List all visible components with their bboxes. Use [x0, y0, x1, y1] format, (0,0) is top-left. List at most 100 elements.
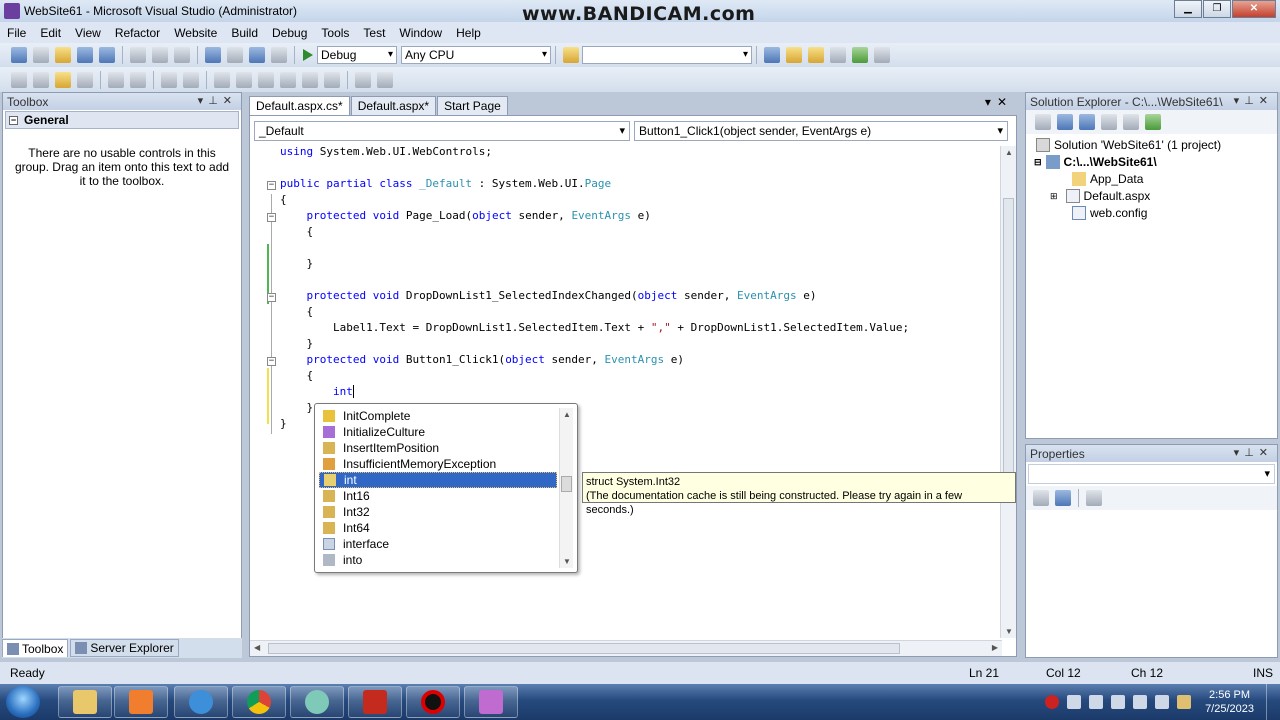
- new-project-icon[interactable]: [11, 47, 27, 63]
- copy-icon[interactable]: [152, 47, 168, 63]
- monitor-icon[interactable]: [1155, 695, 1170, 709]
- save-icon[interactable]: [77, 47, 93, 63]
- properties-icon[interactable]: [1035, 114, 1051, 130]
- completion-item[interactable]: into: [319, 552, 557, 568]
- parameter-info-icon[interactable]: [33, 71, 49, 88]
- close-button[interactable]: ✕: [1232, 0, 1276, 18]
- collapse-region-icon[interactable]: −: [267, 213, 276, 222]
- completion-item[interactable]: InsertItemPosition: [319, 440, 557, 456]
- quick-info-icon[interactable]: [55, 71, 71, 88]
- completion-item[interactable]: Int16: [319, 488, 557, 504]
- tab-default-aspx-cs[interactable]: Default.aspx.cs*: [249, 96, 350, 115]
- cut-icon[interactable]: [130, 47, 146, 63]
- uncomment-lines-icon[interactable]: [183, 71, 199, 88]
- menu-test[interactable]: Test: [356, 26, 392, 40]
- scroll-thumb[interactable]: [561, 476, 572, 492]
- action-center-icon[interactable]: [1089, 695, 1104, 709]
- tree-solution[interactable]: Solution 'WebSite61' (1 project): [1036, 137, 1221, 153]
- completion-item[interactable]: Int64: [319, 520, 557, 536]
- close-panel-icon[interactable]: ✕: [1259, 447, 1273, 459]
- tab-start-page[interactable]: Start Page: [437, 96, 508, 115]
- next-bookmark-folder-icon[interactable]: [302, 71, 318, 88]
- view-designer-icon[interactable]: [1123, 114, 1139, 130]
- object-selector-dropdown[interactable]: [1028, 464, 1275, 484]
- taskbar-explorer[interactable]: [58, 686, 112, 718]
- add-item-icon[interactable]: [33, 47, 49, 63]
- taskbar-chrome[interactable]: [232, 686, 286, 718]
- completion-item[interactable]: InitializeCulture: [319, 424, 557, 440]
- alphabetical-icon[interactable]: [1055, 490, 1071, 506]
- menu-help[interactable]: Help: [449, 26, 488, 40]
- open-file-icon[interactable]: [55, 47, 71, 63]
- auto-hide-pin-icon[interactable]: ⊥: [208, 95, 223, 107]
- copy-website-icon[interactable]: [1145, 114, 1161, 130]
- completion-item[interactable]: Int32: [319, 504, 557, 520]
- display-object-member-list-icon[interactable]: [11, 71, 27, 88]
- start-debugging-icon[interactable]: [303, 49, 313, 61]
- paste-icon[interactable]: [174, 47, 190, 63]
- navigate-backward-icon[interactable]: [249, 47, 265, 63]
- tab-toolbox[interactable]: Toolbox: [2, 639, 69, 657]
- properties-window-icon[interactable]: [786, 47, 802, 63]
- intellisense-scrollbar[interactable]: ▲ ▼: [559, 408, 573, 568]
- find-in-files-icon[interactable]: [563, 47, 579, 63]
- auto-hide-pin-icon[interactable]: ⊥: [1244, 95, 1259, 107]
- solution-explorer-icon[interactable]: [764, 47, 780, 63]
- menu-build[interactable]: Build: [224, 26, 265, 40]
- more-windows-icon[interactable]: [874, 47, 890, 63]
- collapse-region-icon[interactable]: −: [267, 357, 276, 366]
- volume-icon[interactable]: [1133, 695, 1148, 709]
- previous-bookmark-icon[interactable]: [236, 71, 252, 88]
- close-toolbox-icon[interactable]: ✕: [223, 95, 237, 107]
- completion-item[interactable]: InsufficientMemoryException: [319, 456, 557, 472]
- next-bookmark-icon[interactable]: [258, 71, 274, 88]
- collapse-icon[interactable]: ⊟: [1034, 157, 1042, 168]
- toolbox-icon[interactable]: [830, 47, 846, 63]
- tab-server-explorer[interactable]: Server Explorer: [70, 639, 179, 657]
- increase-indent-icon[interactable]: [130, 71, 146, 88]
- toolbar-options-icon[interactable]: [377, 71, 393, 88]
- tree-project[interactable]: ⊟ C:\...\WebSite61\: [1034, 154, 1157, 170]
- complete-word-icon[interactable]: [77, 71, 93, 88]
- maximize-button[interactable]: ❐: [1203, 0, 1231, 18]
- configuration-dropdown[interactable]: Debug: [317, 46, 397, 64]
- taskbar-visual-studio[interactable]: [464, 686, 518, 718]
- previous-bookmark-folder-icon[interactable]: [280, 71, 296, 88]
- categorized-icon[interactable]: [1033, 490, 1049, 506]
- scroll-thumb[interactable]: [268, 643, 900, 654]
- object-browser-icon[interactable]: [808, 47, 824, 63]
- start-page-icon[interactable]: [852, 47, 868, 63]
- menu-debug[interactable]: Debug: [265, 26, 314, 40]
- view-code-icon[interactable]: [1101, 114, 1117, 130]
- start-button[interactable]: [6, 686, 40, 718]
- menu-tools[interactable]: Tools: [314, 26, 356, 40]
- completion-item[interactable]: InitComplete: [319, 408, 557, 424]
- close-document-icon[interactable]: ✕: [997, 95, 1013, 109]
- tab-default-aspx[interactable]: Default.aspx*: [350, 96, 437, 115]
- active-files-icon[interactable]: ▾: [985, 95, 997, 109]
- taskbar-media-player[interactable]: [114, 686, 168, 718]
- property-pages-icon[interactable]: [1086, 490, 1102, 506]
- find-dropdown[interactable]: [582, 46, 752, 64]
- tree-item-web-config[interactable]: web.config: [1072, 205, 1147, 221]
- comment-lines-icon[interactable]: [161, 71, 177, 88]
- clear-bookmarks-icon[interactable]: [324, 71, 340, 88]
- completion-item-selected[interactable]: int: [319, 472, 557, 488]
- show-hidden-icons-icon[interactable]: [1067, 695, 1082, 709]
- menu-edit[interactable]: Edit: [33, 26, 68, 40]
- clock[interactable]: 2:56 PM 7/25/2023: [1205, 688, 1254, 716]
- scroll-thumb[interactable]: [1003, 198, 1014, 498]
- auto-hide-pin-icon[interactable]: ⊥: [1244, 447, 1259, 459]
- tree-item-app-data[interactable]: App_Data: [1072, 171, 1143, 187]
- taskbar-internet-explorer[interactable]: [174, 686, 228, 718]
- navigate-forward-icon[interactable]: [271, 47, 287, 63]
- taskbar-app[interactable]: [290, 686, 344, 718]
- vertical-scrollbar[interactable]: ▲ ▼: [1000, 146, 1016, 638]
- taskbar-bandicam[interactable]: [406, 686, 460, 718]
- menu-window[interactable]: Window: [392, 26, 449, 40]
- close-panel-icon[interactable]: ✕: [1259, 95, 1273, 107]
- toggle-bookmark-icon[interactable]: [214, 71, 230, 88]
- types-dropdown[interactable]: _Default: [254, 121, 630, 141]
- menu-file[interactable]: File: [0, 26, 33, 40]
- window-position-icon[interactable]: ▾: [1234, 447, 1245, 459]
